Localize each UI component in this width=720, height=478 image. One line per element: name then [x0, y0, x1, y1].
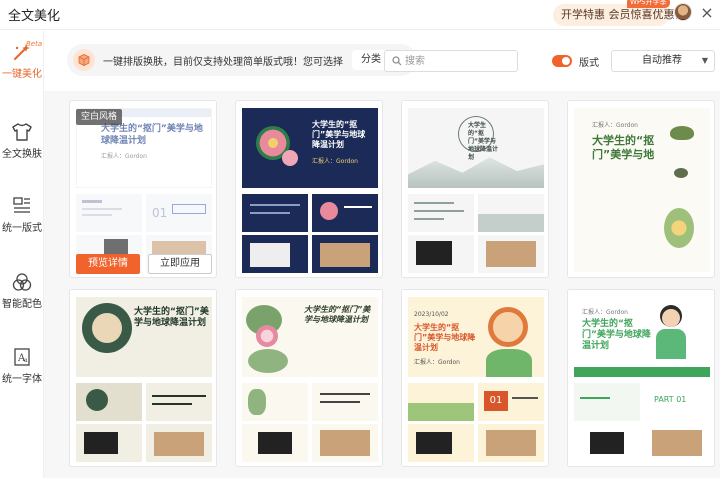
promo-text: 开学特惠 会员惊喜优惠价 — [561, 8, 686, 21]
style-tag: 空白风格 — [76, 109, 123, 125]
template-slide-thumb — [76, 424, 142, 462]
template-cover: 大学生的“抠门”美学与地球降温计划 汇报人：Gordon — [574, 297, 710, 377]
template-slide-thumb: 01 — [478, 383, 544, 421]
template-slide-thumb — [574, 383, 640, 421]
template-cover: 2023/10/02 大学生的“抠门”美学与地球降温计划 汇报人：Gordon — [408, 297, 544, 377]
sidebar-item-smart-color[interactable]: 智能配色 — [0, 272, 44, 310]
preview-button[interactable]: 预览详情 — [76, 254, 140, 274]
template-slide-thumb — [312, 383, 378, 421]
hover-overlay — [70, 101, 216, 277]
font-icon: A a — [14, 348, 30, 366]
template-cover: 大学生的“抠门”美学与地球降温计划 — [76, 297, 212, 377]
template-card[interactable]: 大学生的“抠门”美学与地球降温计划 汇报人：Gordon — [235, 100, 383, 278]
sort-select[interactable]: 自动推荐 ▼ — [611, 50, 715, 72]
search-input[interactable] — [405, 53, 513, 69]
template-slide-thumb — [478, 424, 544, 462]
template-slide-thumb — [146, 383, 212, 421]
template-slide-thumb — [242, 194, 308, 232]
template-cover: 大学生的“抠门”美学与地球降温计划 — [242, 297, 378, 377]
window-title: 全文美化 — [8, 9, 61, 24]
template-card[interactable]: 2023/10/02 大学生的“抠门”美学与地球降温计划 汇报人：Gordon … — [401, 289, 549, 467]
template-card[interactable]: 大学生的“抠门”美学与地球降温计划 — [69, 289, 217, 467]
template-presenter: 汇报人：Gordon — [414, 359, 460, 366]
template-slide-thumb — [408, 194, 474, 232]
tshirt-icon — [12, 123, 32, 141]
template-title: 大学生的“抠门”美学与地球降温计划 — [304, 305, 371, 324]
title-bar: 全文美化 开学特惠 会员惊喜优惠价 WPS开学季 × — [0, 0, 720, 30]
template-slide-thumb — [146, 424, 212, 462]
template-cover: 大学生的“抠门”美学与地 汇报人：Gordon — [574, 108, 710, 272]
chevron-down-icon: ▼ — [701, 56, 708, 65]
template-slide-thumb — [76, 383, 142, 421]
template-slide-thumb: PART 01 — [644, 383, 710, 421]
template-grid: 大学生的“抠门”美学与地球降温计划 汇报人：Gordon 01 空白风格 预览详… — [44, 91, 720, 478]
color-circles-icon — [12, 273, 32, 291]
chapter-label: PART 01 — [654, 395, 687, 404]
template-slide-thumb — [312, 235, 378, 273]
close-button[interactable]: × — [698, 4, 716, 22]
template-slide-thumb — [478, 235, 544, 273]
template-slide-thumb — [408, 235, 474, 273]
template-slide-thumb — [644, 424, 710, 462]
template-slide-thumb — [242, 383, 308, 421]
sidebar-item-one-click-beautify[interactable]: Beta 一键美化 — [0, 40, 44, 80]
template-slide-thumb — [408, 424, 474, 462]
template-title: 大学生的“抠门”美学与地 — [592, 134, 655, 161]
template-cover: 大学生的“抠门”美学与地球降温计划 — [408, 108, 544, 188]
template-presenter: 汇报人：Gordon — [592, 122, 638, 129]
template-slide-thumb — [408, 383, 474, 421]
template-title: 大学生的“抠门”美学与地球降温计划 — [582, 319, 651, 351]
template-card[interactable]: 大学生的“抠门”美学与地 汇报人：Gordon — [567, 100, 715, 278]
notice-text: 一键排版换肤，目前仅支持处理简单版式哦！您可选择 — [103, 57, 343, 68]
template-slide-thumb — [312, 424, 378, 462]
chapter-number: 01 — [484, 391, 508, 411]
template-card[interactable]: 大学生的“抠门”美学与地球降温计划 — [401, 100, 549, 278]
layout-toggle-label: 版式 — [579, 58, 599, 69]
beta-badge: Beta — [26, 40, 43, 48]
sidebar-item-unify-layout[interactable]: 统一版式 — [0, 196, 44, 234]
template-card[interactable]: 大学生的“抠门”美学与地球降温计划 — [235, 289, 383, 467]
notice-bar: 一键排版换肤，目前仅支持处理简单版式哦！您可选择 分类 — [67, 44, 417, 76]
avatar[interactable] — [674, 3, 692, 21]
template-card[interactable]: 大学生的“抠门”美学与地球降温计划 汇报人：Gordon PART 01 — [567, 289, 715, 467]
sidebar-item-unify-font[interactable]: A a 统一字体 — [0, 347, 44, 385]
sidebar-item-label: 一键美化 — [2, 69, 42, 80]
template-presenter: 汇报人：Gordon — [582, 309, 628, 316]
layout-icon — [13, 197, 30, 213]
template-slide-thumb — [312, 194, 378, 232]
template-slide-thumb — [478, 194, 544, 232]
template-card[interactable]: 大学生的“抠门”美学与地球降温计划 汇报人：Gordon 01 空白风格 预览详… — [69, 100, 217, 278]
template-slide-thumb — [574, 424, 640, 462]
sidebar-item-label: 统一字体 — [2, 374, 42, 385]
sort-select-value: 自动推荐 — [642, 55, 682, 66]
sidebar-item-full-skin[interactable]: 全文换肤 — [0, 122, 44, 160]
template-slide-thumb — [242, 235, 308, 273]
sidebar-item-label: 智能配色 — [2, 299, 42, 310]
search-icon — [392, 56, 402, 66]
toolbar: 一键排版换肤，目前仅支持处理简单版式哦！您可选择 分类 版式 自动推荐 ▼ — [44, 31, 720, 91]
promo-badge: WPS开学季 — [627, 0, 670, 8]
sidebar-item-label: 全文换肤 — [2, 149, 42, 160]
template-date: 2023/10/02 — [414, 311, 449, 318]
template-slide-thumb — [242, 424, 308, 462]
layout-toggle[interactable] — [552, 55, 572, 67]
template-cover: 大学生的“抠门”美学与地球降温计划 汇报人：Gordon — [242, 108, 378, 188]
sidebar-item-label: 统一版式 — [2, 223, 42, 234]
svg-text:a: a — [24, 357, 28, 364]
search-box[interactable] — [384, 50, 518, 72]
apply-button[interactable]: 立即应用 — [148, 254, 212, 274]
template-title: 大学生的“抠门”美学与地球降温计划 — [312, 120, 366, 149]
template-title: 大学生的“抠门”美学与地球降温计划 — [414, 323, 476, 352]
template-presenter: 汇报人：Gordon — [312, 158, 358, 165]
template-title: 大学生的“抠门”美学与地球降温计划 — [468, 122, 499, 161]
sidebar: Beta 一键美化 全文换肤 统一版式 智能配色 A a 统一字体 — [0, 31, 44, 478]
template-title: 大学生的“抠门”美学与地球降温计划 — [134, 307, 209, 328]
box-icon — [73, 49, 95, 71]
beautify-window: 全文美化 开学特惠 会员惊喜优惠价 WPS开学季 × Beta 一键美化 全文换… — [0, 0, 720, 478]
